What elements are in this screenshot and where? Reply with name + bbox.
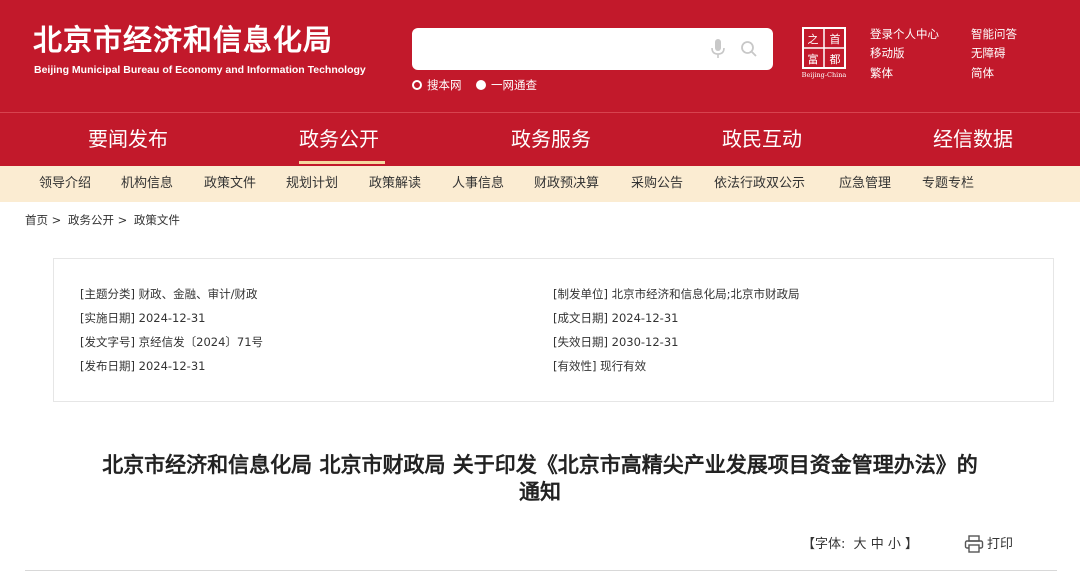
meta-implement-date: [实施日期] 2024-12-31 bbox=[80, 311, 206, 325]
nav-government-affairs-open[interactable]: 政务公开 bbox=[299, 125, 379, 153]
subnav-policy-interpretation[interactable]: 政策解读 bbox=[369, 175, 421, 193]
search-scope-all[interactable]: 一网通查 bbox=[476, 78, 537, 92]
print-button[interactable]: 打印 bbox=[987, 536, 1013, 553]
meta-created-date: [成文日期] 2024-12-31 bbox=[553, 311, 679, 325]
nav-government-services[interactable]: 政务服务 bbox=[511, 125, 591, 153]
subnav-procurement[interactable]: 采购公告 bbox=[631, 175, 683, 193]
breadcrumb-government-affairs[interactable]: 政务公开 bbox=[68, 213, 114, 227]
subnav-budget[interactable]: 财政预决算 bbox=[534, 175, 599, 193]
subnav-emergency[interactable]: 应急管理 bbox=[839, 175, 891, 193]
login-link[interactable]: 登录个人中心 bbox=[870, 27, 939, 41]
breadcrumb: 首页 > 政务公开 > 政策文件 bbox=[25, 212, 180, 228]
meta-doc-number: [发文字号] 京经信发〔2024〕71号 bbox=[80, 335, 264, 349]
font-size-tools: 【字体: 大 中 小 】 bbox=[802, 536, 922, 553]
breadcrumb-separator: > bbox=[51, 213, 62, 227]
nav-economic-data[interactable]: 经信数据 bbox=[933, 125, 1013, 153]
document-title-line-2: 通知 bbox=[519, 480, 561, 504]
svg-text:之: 之 bbox=[808, 32, 819, 46]
meta-publish-date: [发布日期] 2024-12-31 bbox=[80, 359, 206, 373]
svg-text:都: 都 bbox=[830, 53, 841, 66]
site-logo-en[interactable]: Beijing Municipal Bureau of Economy and … bbox=[34, 64, 366, 76]
subnav-administrative-disclosure[interactable]: 依法行政双公示 bbox=[714, 175, 805, 193]
font-size-label-suffix: 】 bbox=[905, 537, 919, 552]
search-icon[interactable] bbox=[739, 39, 759, 59]
document-title: 北京市经济和信息化局 北京市财政局 关于印发《北京市高精尖产业发展项目资金管理办… bbox=[20, 452, 1060, 506]
document-title-line-1: 北京市经济和信息化局 北京市财政局 关于印发《北京市高精尖产业发展项目资金管理办… bbox=[102, 453, 978, 477]
mobile-version-link[interactable]: 移动版 bbox=[870, 46, 905, 60]
meta-validity: [有效性] 现行有效 bbox=[553, 359, 647, 373]
search-input[interactable] bbox=[424, 36, 704, 62]
font-size-label-prefix: 【字体: bbox=[802, 537, 846, 552]
search-scope-site[interactable]: 搜本网 bbox=[412, 78, 462, 92]
accessibility-link[interactable]: 无障碍 bbox=[971, 46, 1006, 60]
radio-icon bbox=[476, 80, 486, 90]
printer-icon[interactable] bbox=[964, 535, 984, 553]
subnav-policy-documents[interactable]: 政策文件 bbox=[204, 175, 256, 193]
meta-issuer: [制发单位] 北京市经济和信息化局;北京市财政局 bbox=[553, 287, 800, 301]
sub-nav: 领导介绍 机构信息 政策文件 规划计划 政策解读 人事信息 财政预决算 采购公告… bbox=[0, 166, 1080, 202]
meta-expire-date: [失效日期] 2030-12-31 bbox=[553, 335, 679, 349]
smart-qa-link[interactable]: 智能问答 bbox=[971, 27, 1017, 41]
font-small-button[interactable]: 小 bbox=[888, 537, 901, 552]
subnav-special-topics[interactable]: 专题专栏 bbox=[922, 175, 974, 193]
font-large-button[interactable]: 大 bbox=[854, 537, 867, 552]
emblem-caption: Beijing-China bbox=[801, 71, 847, 79]
simplified-chinese-link[interactable]: 简体 bbox=[971, 66, 994, 80]
site-logo-cn[interactable]: 北京市经济和信息化局 bbox=[33, 22, 333, 58]
active-nav-indicator bbox=[299, 161, 385, 164]
site-header: 北京市经济和信息化局 Beijing Municipal Bureau of E… bbox=[0, 0, 1080, 112]
breadcrumb-home[interactable]: 首页 bbox=[25, 213, 48, 227]
radio-selected-icon bbox=[412, 80, 422, 90]
subnav-organization[interactable]: 机构信息 bbox=[121, 175, 173, 193]
nav-news[interactable]: 要闻发布 bbox=[88, 125, 168, 153]
svg-text:首: 首 bbox=[830, 32, 841, 46]
subnav-plans[interactable]: 规划计划 bbox=[286, 175, 338, 193]
subnav-leaders[interactable]: 领导介绍 bbox=[39, 175, 91, 193]
traditional-chinese-link[interactable]: 繁体 bbox=[870, 66, 893, 80]
breadcrumb-separator: > bbox=[117, 213, 128, 227]
svg-text:富: 富 bbox=[808, 52, 819, 66]
microphone-icon[interactable] bbox=[709, 38, 727, 60]
document-metadata-box bbox=[53, 258, 1054, 402]
main-nav: 要闻发布 政务公开 政务服务 政民互动 经信数据 bbox=[0, 112, 1080, 166]
meta-topic: [主题分类] 财政、金融、审计/财政 bbox=[80, 287, 258, 301]
font-medium-button[interactable]: 中 bbox=[871, 537, 884, 552]
content-divider bbox=[25, 570, 1057, 571]
subnav-personnel[interactable]: 人事信息 bbox=[452, 175, 504, 193]
breadcrumb-policy-documents[interactable]: 政策文件 bbox=[134, 213, 180, 227]
nav-public-interaction[interactable]: 政民互动 bbox=[722, 125, 802, 153]
